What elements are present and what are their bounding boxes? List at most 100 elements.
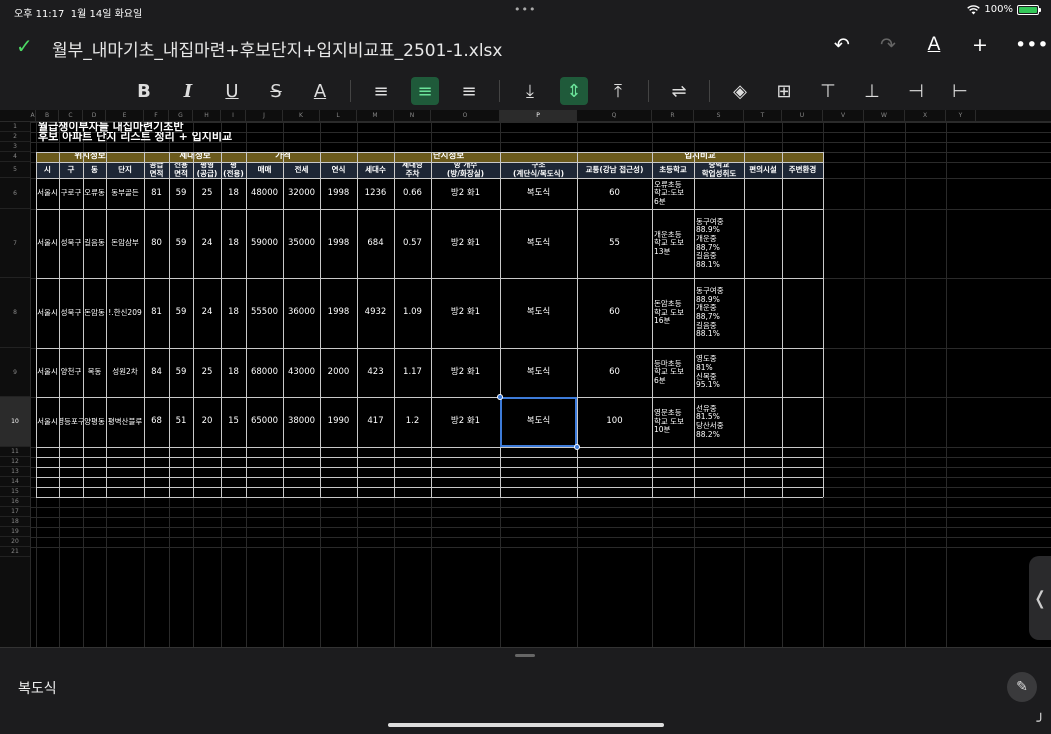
data-cell-units[interactable]: 417 bbox=[357, 397, 394, 447]
row-header-4[interactable]: 4 bbox=[0, 152, 30, 162]
data-cell-danji[interactable]: 돈암삼부 bbox=[106, 209, 144, 278]
data-cell-convenience[interactable] bbox=[744, 348, 782, 397]
row-header-12[interactable]: 12 bbox=[0, 457, 30, 467]
row-header-13[interactable]: 13 bbox=[0, 467, 30, 477]
undo-icon[interactable]: ↶ bbox=[831, 34, 853, 56]
add-icon[interactable]: + bbox=[969, 34, 991, 56]
column-header-y[interactable]: Y bbox=[946, 110, 976, 122]
valign-middle-button[interactable]: ⇕ bbox=[560, 77, 588, 105]
redo-icon[interactable]: ↷ bbox=[877, 34, 899, 56]
data-cell-supply[interactable]: 80 bbox=[144, 209, 169, 278]
data-cell-gu[interactable]: 양천구 bbox=[59, 348, 83, 397]
column-header-s[interactable]: S bbox=[694, 110, 744, 122]
data-cell-middle[interactable]: 영도중 81% 신목중 95.1% bbox=[694, 348, 744, 397]
column-title-gu[interactable]: 구 bbox=[59, 162, 83, 178]
data-cell-elementary[interactable]: 오류초등 학교:도보 6분 bbox=[652, 178, 694, 209]
font-color-button[interactable]: A bbox=[306, 77, 334, 105]
column-header-w[interactable]: W bbox=[864, 110, 905, 122]
group-header-complex[interactable]: 단지정보 bbox=[320, 152, 577, 162]
column-header-h[interactable]: H bbox=[193, 110, 221, 122]
multitask-dots[interactable]: ••• bbox=[514, 3, 536, 16]
data-cell-jeonse[interactable]: 38000 bbox=[283, 397, 320, 447]
row-header-3[interactable]: 3 bbox=[0, 142, 30, 152]
data-cell-units[interactable]: 1236 bbox=[357, 178, 394, 209]
data-cell-parking[interactable]: 0.66 bbox=[394, 178, 431, 209]
data-cell-excl[interactable]: 51 bbox=[169, 397, 193, 447]
data-cell-convenience[interactable] bbox=[744, 397, 782, 447]
row-header-19[interactable]: 19 bbox=[0, 527, 30, 537]
data-cell-supply[interactable]: 81 bbox=[144, 178, 169, 209]
data-cell-parking[interactable]: 1.17 bbox=[394, 348, 431, 397]
row-header-16[interactable]: 16 bbox=[0, 497, 30, 507]
data-cell-units[interactable]: 684 bbox=[357, 209, 394, 278]
data-cell-danji[interactable]: 평벽산블루 bbox=[106, 397, 144, 447]
selection-handle[interactable] bbox=[497, 394, 503, 400]
bold-button[interactable]: B bbox=[130, 77, 158, 105]
column-title-elementary[interactable]: 초등학교 bbox=[652, 162, 694, 178]
insert-column-left-button[interactable]: ⊣ bbox=[902, 77, 930, 105]
data-cell-py_s[interactable]: 20 bbox=[193, 397, 221, 447]
data-cell-danji[interactable]: !.한신209 bbox=[106, 278, 144, 348]
insert-row-above-button[interactable]: ⊤ bbox=[814, 77, 842, 105]
column-title-exclusive_area[interactable]: 전용 면적 bbox=[169, 162, 193, 178]
underline-button[interactable]: U bbox=[218, 77, 246, 105]
column-headers[interactable]: ABCDEFGHIJKLMNOPQRSTUVWXY bbox=[0, 110, 1051, 122]
column-title-middle[interactable]: 중학교 학업성취도 bbox=[694, 162, 744, 178]
column-title-traffic[interactable]: 교통(강남 접근성) bbox=[577, 162, 652, 178]
data-cell-jeonse[interactable]: 35000 bbox=[283, 209, 320, 278]
column-header-f[interactable]: F bbox=[144, 110, 169, 122]
data-cell-excl[interactable]: 59 bbox=[169, 278, 193, 348]
data-cell-convenience[interactable] bbox=[744, 178, 782, 209]
data-cell-gu[interactable]: 성북구 bbox=[59, 278, 83, 348]
column-header-u[interactable]: U bbox=[782, 110, 823, 122]
column-header-d[interactable]: D bbox=[83, 110, 106, 122]
column-title-parking[interactable]: 세대당 주차 bbox=[394, 162, 431, 178]
column-header-p[interactable]: P bbox=[500, 110, 577, 122]
row-header-5[interactable]: 5 bbox=[0, 162, 30, 178]
column-title-pyeong_supply[interactable]: 평형 (공급) bbox=[193, 162, 221, 178]
data-cell-elementary[interactable]: 등마초등 학교 도보 6분 bbox=[652, 348, 694, 397]
column-title-jeonse[interactable]: 전세 bbox=[283, 162, 320, 178]
data-cell-convenience[interactable] bbox=[744, 278, 782, 348]
data-cell-environment[interactable] bbox=[782, 209, 823, 278]
data-cell-sale[interactable]: 48000 bbox=[246, 178, 283, 209]
data-cell-py_e[interactable]: 18 bbox=[221, 348, 246, 397]
data-cell-parking[interactable]: 1.2 bbox=[394, 397, 431, 447]
data-cell-year[interactable]: 1990 bbox=[320, 397, 357, 447]
data-cell-si[interactable]: 서울시 bbox=[36, 348, 59, 397]
data-cell-traffic[interactable]: 60 bbox=[577, 278, 652, 348]
data-cell-middle[interactable]: 동구여중 88.9% 개운중 88,7% 길음중 88.1% bbox=[694, 278, 744, 348]
data-cell-year[interactable]: 2000 bbox=[320, 348, 357, 397]
data-cell-jeonse[interactable]: 32000 bbox=[283, 178, 320, 209]
data-cell-traffic[interactable]: 100 bbox=[577, 397, 652, 447]
selection-handle[interactable] bbox=[574, 444, 580, 450]
row-header-10[interactable]: 10 bbox=[0, 397, 30, 447]
valign-bottom-button[interactable]: ⤓ bbox=[516, 77, 544, 105]
column-header-i[interactable]: I bbox=[221, 110, 246, 122]
row-header-7[interactable]: 7 bbox=[0, 209, 30, 278]
column-header-g[interactable]: G bbox=[169, 110, 193, 122]
data-cell-traffic[interactable]: 60 bbox=[577, 348, 652, 397]
data-cell-structure[interactable]: 복도식 bbox=[500, 209, 577, 278]
data-cell-si[interactable]: 서울시 bbox=[36, 278, 59, 348]
data-cell-environment[interactable] bbox=[782, 348, 823, 397]
data-cell-year[interactable]: 1998 bbox=[320, 209, 357, 278]
align-left-button[interactable]: ≡ bbox=[367, 77, 395, 105]
column-header-q[interactable]: Q bbox=[577, 110, 652, 122]
row-headers[interactable]: 1 2 3 4 5 6 7 8 9 10 11 12 13 14 15 16 17 18 19 20 21 bbox=[0, 122, 30, 647]
column-header-k[interactable]: K bbox=[283, 110, 320, 122]
insert-column-right-button[interactable]: ⊢ bbox=[946, 77, 974, 105]
column-header-b[interactable]: B bbox=[36, 110, 59, 122]
column-title-supply_area[interactable]: 공급 면적 bbox=[144, 162, 169, 178]
data-cell-py_e[interactable]: 18 bbox=[221, 209, 246, 278]
side-panel-tab[interactable]: ❬ bbox=[1029, 556, 1051, 640]
row-header-8[interactable]: 8 bbox=[0, 278, 30, 348]
row-header-14[interactable]: 14 bbox=[0, 477, 30, 487]
column-header-r[interactable]: R bbox=[652, 110, 694, 122]
insert-row-below-button[interactable]: ⊥ bbox=[858, 77, 886, 105]
row-header-2[interactable]: 2 bbox=[0, 132, 30, 142]
column-title-danji[interactable]: 단지 bbox=[106, 162, 144, 178]
more-icon[interactable]: ••• bbox=[1015, 34, 1049, 56]
data-cell-dong[interactable]: 돈암동 bbox=[83, 278, 106, 348]
data-cell-structure[interactable]: 복도식 bbox=[500, 178, 577, 209]
